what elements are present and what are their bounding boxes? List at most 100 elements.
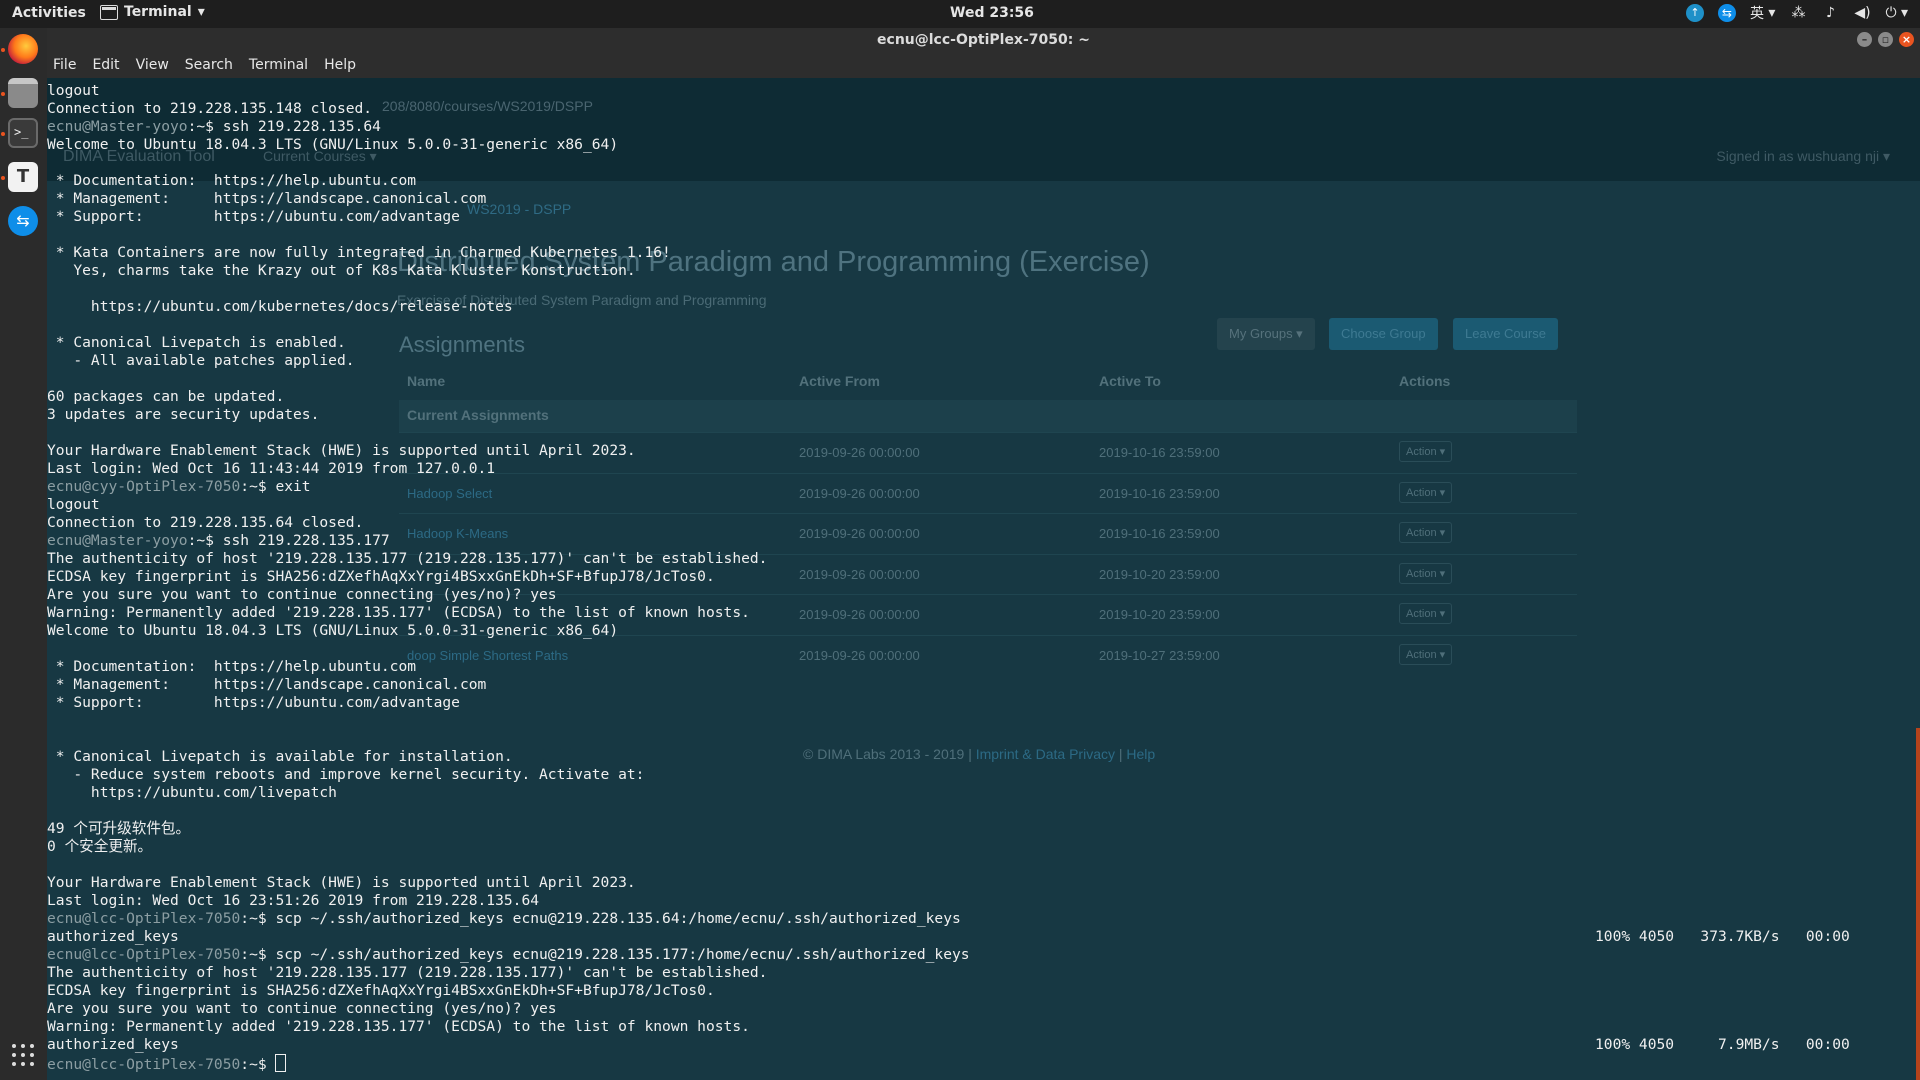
shell-command: :~$ scp ~/.ssh/authorized_keys ecnu@219.…: [240, 910, 961, 927]
minimize-icon[interactable]: –: [1857, 32, 1872, 47]
menu-file[interactable]: File: [53, 57, 76, 73]
terminal-line: - All available patches applied.: [47, 352, 355, 369]
terminal-line: * Kata Containers are now fully integrat…: [47, 244, 671, 261]
menu-terminal[interactable]: Terminal: [249, 57, 308, 73]
scp-progress: 100% 4050 7.9MB/s 00:00: [1595, 1036, 1850, 1053]
terminal-line: ecnu@lcc-OptiPlex-7050:~$ scp ~/.ssh/aut…: [47, 946, 970, 963]
scp-progress: 100% 4050 373.7KB/s 00:00: [1595, 928, 1850, 945]
choose-group-button: Choose Group: [1329, 318, 1438, 350]
my-groups-button: My Groups ▾: [1217, 318, 1315, 350]
terminal-viewport[interactable]: 208/8080/courses/WS2019/DSPP DIMA Evalua…: [47, 78, 1920, 1080]
app-menu-label: Terminal: [124, 4, 192, 20]
footer-help-link: Help: [1126, 746, 1156, 762]
top-bar: Activities Terminal ▾ Wed 23:56 ↑ ⇆ 英 ▾ …: [0, 0, 1920, 28]
files-icon[interactable]: [8, 78, 38, 108]
shell-prompt: ecnu@lcc-OptiPlex-7050: [47, 1056, 241, 1073]
input-method-label: 英: [1749, 6, 1764, 22]
action-dropdown: Action ▾: [1399, 441, 1453, 462]
terminal-line: authorized_keys: [47, 928, 179, 945]
terminal-cursor: [275, 1054, 287, 1072]
action-dropdown: Action ▾: [1399, 481, 1453, 503]
terminal-line: ecnu@Master-yoyo:~$ ssh 219.228.135.177: [47, 532, 390, 549]
notification-icon[interactable]: ♪: [1821, 3, 1839, 23]
app-indicator-icon[interactable]: ↑: [1685, 3, 1704, 23]
action-dropdown: Action ▾: [1399, 643, 1453, 665]
terminal-line: logout: [47, 496, 100, 513]
shell-prompt: ecnu@lcc-OptiPlex-7050: [47, 946, 241, 963]
terminal-line: * Management: https://landscape.canonica…: [47, 190, 487, 207]
terminal-line: ECDSA key fingerprint is SHA256:dZXefhAq…: [47, 568, 715, 585]
scrollbar[interactable]: [1916, 728, 1920, 1080]
activities-button[interactable]: Activities: [12, 5, 86, 21]
terminal-line: ecnu@cyy-OptiPlex-7050:~$ exit: [47, 478, 311, 495]
terminal-line: 49 个可升级软件包。: [47, 820, 191, 837]
action-dropdown: Action ▾: [1399, 603, 1453, 624]
terminal-line: * Support: https://ubuntu.com/advantage: [47, 208, 460, 225]
terminal-line: * Documentation: https://help.ubuntu.com: [47, 658, 417, 675]
chevron-down-icon: ▾: [197, 4, 205, 20]
action-dropdown: Action ▾: [1399, 522, 1453, 543]
menu-edit[interactable]: Edit: [92, 57, 119, 73]
window-titlebar[interactable]: ecnu@lcc-OptiPlex-7050: ~ – ▫ ×: [47, 28, 1920, 52]
active-to: 2019-10-20 23:59:00: [1099, 566, 1220, 582]
terminal-line: The authenticity of host '219.228.135.17…: [47, 550, 768, 567]
shell-command: :~$ exit: [240, 478, 311, 495]
firefox-icon[interactable]: [8, 34, 38, 64]
terminal-line: Your Hardware Enablement Stack (HWE) is …: [47, 874, 636, 891]
menu-search[interactable]: Search: [185, 57, 233, 73]
menu-view[interactable]: View: [136, 57, 169, 73]
power-icon[interactable]: ⏻ ▾: [1885, 3, 1908, 23]
terminal-line: 0 个安全更新。: [47, 838, 153, 855]
input-method-indicator[interactable]: 英 ▾: [1750, 3, 1775, 23]
menu-bar: File Edit View Search Terminal Help: [47, 52, 1920, 78]
close-icon[interactable]: ×: [1899, 32, 1914, 47]
terminal-line: Warning: Permanently added '219.228.135.…: [47, 604, 750, 621]
terminal-line: Welcome to Ubuntu 18.04.3 LTS (GNU/Linux…: [47, 622, 619, 639]
dock: >_ T ⇆: [0, 28, 47, 1080]
active-to: 2019-10-16 23:59:00: [1099, 526, 1220, 541]
terminal-line: Yes, charms take the Krazy out of K8s Ka…: [47, 262, 636, 279]
terminal-line: Warning: Permanently added '219.228.135.…: [47, 1018, 750, 1035]
terminal-line: Are you sure you want to continue connec…: [47, 586, 557, 603]
window-title: ecnu@lcc-OptiPlex-7050: ~: [877, 32, 1090, 48]
terminal-line: * Support: https://ubuntu.com/advantage: [47, 694, 460, 711]
action-dropdown: Action ▾: [1399, 562, 1453, 584]
shell-command: :~$ ssh 219.228.135.64: [187, 118, 381, 135]
active-to: 2019-10-27 23:59:00: [1099, 647, 1220, 663]
col-active-to: Active To: [1099, 373, 1161, 389]
terminal-line: https://ubuntu.com/kubernetes/docs/relea…: [47, 298, 513, 315]
teamviewer-dock-icon[interactable]: ⇆: [8, 206, 38, 236]
terminal-dock-icon[interactable]: >_: [8, 118, 38, 148]
terminal-line: ECDSA key fingerprint is SHA256:dZXefhAq…: [47, 982, 715, 999]
text-editor-icon[interactable]: T: [8, 162, 38, 192]
terminal-line: ecnu@lcc-OptiPlex-7050:~$ scp ~/.ssh/aut…: [47, 910, 961, 927]
terminal-line: 3 updates are security updates.: [47, 406, 320, 423]
terminal-line: 60 packages can be updated.: [47, 388, 285, 405]
teamviewer-icon[interactable]: ⇆: [1717, 3, 1736, 23]
network-icon[interactable]: ⁂: [1789, 3, 1807, 23]
menu-help[interactable]: Help: [324, 57, 356, 73]
terminal-line: * Canonical Livepatch is available for i…: [47, 748, 513, 765]
show-applications-icon[interactable]: [12, 1044, 34, 1066]
app-menu[interactable]: Terminal ▾: [100, 4, 205, 20]
leave-course-button: Leave Course: [1453, 318, 1558, 350]
maximize-icon[interactable]: ▫: [1878, 32, 1893, 47]
terminal-line: * Management: https://landscape.canonica…: [47, 676, 487, 693]
terminal-line: The authenticity of host '219.228.135.17…: [47, 964, 768, 981]
terminal-line: Connection to 219.228.135.64 closed.: [47, 514, 364, 531]
shell-prompt: ecnu@lcc-OptiPlex-7050: [47, 910, 241, 927]
active-to: 2019-10-16 23:59:00: [1099, 485, 1220, 501]
shell-command: :~$ ssh 219.228.135.177: [187, 532, 390, 549]
shell-prompt: ecnu@cyy-OptiPlex-7050: [47, 478, 241, 495]
terminal-output[interactable]: logout Connection to 219.228.135.148 clo…: [47, 82, 970, 1074]
volume-icon[interactable]: ◀): [1853, 3, 1871, 23]
shell-prompt: ecnu@Master-yoyo: [47, 532, 188, 549]
terminal-icon: [100, 4, 118, 20]
shell-command: :~$ scp ~/.ssh/authorized_keys ecnu@219.…: [240, 946, 970, 963]
clock[interactable]: Wed 23:56: [950, 5, 1034, 21]
active-to: 2019-10-16 23:59:00: [1099, 445, 1220, 460]
terminal-line: * Documentation: https://help.ubuntu.com: [47, 172, 417, 189]
terminal-line: logout: [47, 82, 100, 99]
shell-command: :~$: [240, 1056, 276, 1073]
terminal-line: * Canonical Livepatch is enabled.: [47, 334, 346, 351]
